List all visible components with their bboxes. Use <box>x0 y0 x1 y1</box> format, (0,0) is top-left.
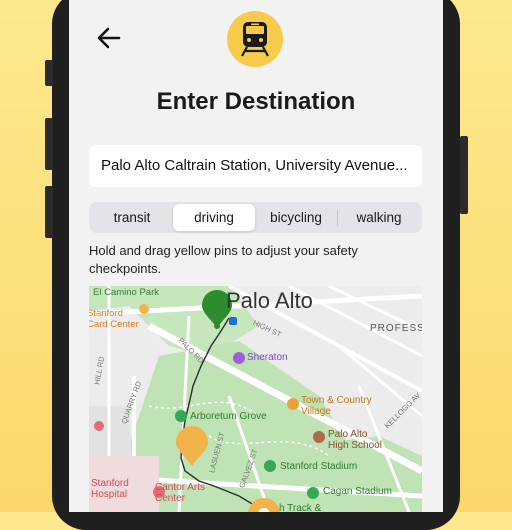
page-title: Enter Destination <box>156 88 356 115</box>
travel-mode-segmented-control: transit driving bicycling walking <box>89 202 422 233</box>
mode-walking[interactable]: walking <box>338 204 420 231</box>
train-badge <box>227 11 283 67</box>
cagan-stadium-poi-icon <box>307 487 319 499</box>
arboretum-poi-icon <box>175 410 187 422</box>
map-label-palo-alto: Palo Alto <box>226 288 313 313</box>
hospital-poi-icon <box>94 421 104 431</box>
map-label-palo-alto-high: Palo Alto High School <box>328 429 382 451</box>
map-label-stanford-stadium: Stanford Stadium <box>280 461 358 472</box>
phone-volume-up <box>45 118 53 170</box>
mode-bicycling[interactable]: bicycling <box>255 204 337 231</box>
hotel-poi-icon <box>233 352 245 364</box>
stadium-poi-icon <box>264 460 276 472</box>
restaurant-poi-icon <box>139 304 149 314</box>
instructions-text: Hold and drag yellow pins to adjust your… <box>89 243 358 276</box>
map-label-el-camino-park: El Camino Park <box>93 287 159 298</box>
school-poi-icon <box>313 431 325 443</box>
phone-mute-switch <box>45 60 53 86</box>
map-label-stanford-card-center: Stanford Card Center <box>89 308 139 330</box>
map-label-professo: PROFESSO <box>370 323 422 334</box>
map-label-arboretum-grove: Arboretum Grove <box>190 411 267 422</box>
phone-volume-down <box>45 186 53 238</box>
map-label-cantor-arts: Cantor Arts Center <box>155 482 206 504</box>
train-icon <box>241 22 269 57</box>
map-label-track: h Track & <box>279 503 322 512</box>
shopping-poi-icon <box>287 398 299 410</box>
map-label-town-country: Town & Country Village <box>301 395 372 417</box>
train-station-icon <box>229 317 237 325</box>
map-label-cagan-stadium: Cagan Stadium <box>323 486 392 497</box>
destination-input[interactable]: Palo Alto Caltrain Station, University A… <box>89 145 422 187</box>
phone-power-button <box>460 136 468 214</box>
back-button[interactable] <box>95 24 123 52</box>
map-label-sheraton: Sheraton <box>247 352 288 363</box>
mode-driving[interactable]: driving <box>173 204 255 231</box>
route-map[interactable]: El Camino Park Palo Alto Stanford Card C… <box>89 286 422 512</box>
app-screen: Enter Destination Palo Alto Caltrain Sta… <box>69 0 443 512</box>
arrow-left-icon <box>97 27 121 49</box>
mode-transit[interactable]: transit <box>91 204 173 231</box>
map-label-stanford-hospital: Stanford Hospital <box>91 478 129 500</box>
